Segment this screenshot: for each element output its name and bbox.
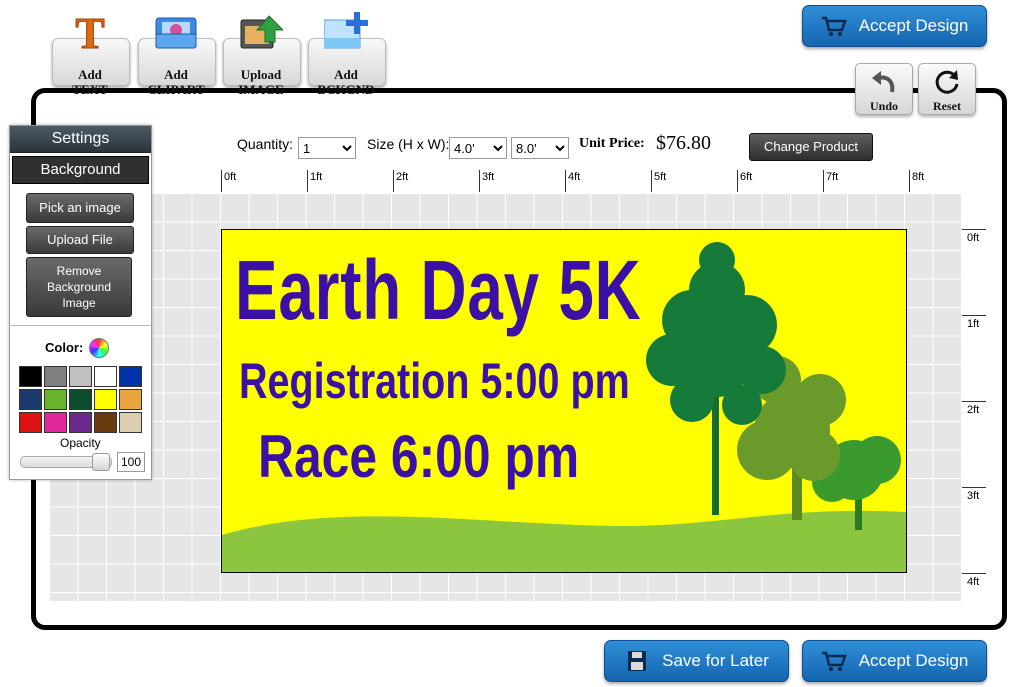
undo-icon — [872, 71, 895, 93]
ruler-tick — [909, 170, 910, 192]
color-swatch[interactable] — [119, 412, 142, 433]
unit-price-label: Unit Price: — [579, 136, 645, 151]
color-swatch[interactable] — [94, 366, 117, 387]
color-swatch[interactable] — [44, 412, 67, 433]
add-background-label: Add BCKGND — [317, 67, 375, 97]
ruler-label: 6ft — [740, 171, 753, 183]
design-canvas[interactable]: Earth Day 5K Registration 5:00 pm Race 6… — [221, 229, 907, 573]
remove-background-button[interactable]: Remove Background Image — [26, 257, 132, 317]
ruler-label: 8ft — [912, 171, 925, 183]
grass-hill — [222, 510, 906, 572]
add-text-label: Add TEXT — [72, 67, 108, 97]
color-label: Color: — [45, 340, 84, 355]
color-swatch[interactable] — [69, 412, 92, 433]
add-background-button[interactable]: Add BCKGND — [308, 8, 386, 97]
reset-label: Reset — [933, 99, 961, 113]
ruler-tick — [479, 170, 480, 192]
save-for-later-button[interactable]: Save for Later — [604, 640, 789, 682]
quantity-select[interactable]: 1 — [298, 137, 356, 159]
color-wheel-icon[interactable] — [89, 338, 109, 358]
width-select[interactable]: 8.0' — [511, 137, 569, 159]
ruler-label: 1ft — [967, 318, 980, 330]
ruler-label: 1ft — [310, 171, 323, 183]
ruler-tick — [651, 170, 652, 192]
color-swatch[interactable] — [69, 389, 92, 410]
ruler-tick — [565, 170, 566, 192]
color-swatch[interactable] — [19, 389, 42, 410]
accept-design-button-bottom[interactable]: Accept Design — [802, 640, 987, 682]
change-product-button[interactable]: Change Product — [749, 133, 873, 161]
ruler-label: 3ft — [482, 171, 495, 183]
ruler-tick — [962, 229, 986, 230]
settings-divider — [10, 325, 151, 326]
design-text-line2[interactable]: Registration 5:00 pm — [239, 352, 630, 410]
ruler-tick — [221, 170, 222, 192]
ruler-tick — [823, 170, 824, 192]
design-text-line3[interactable]: Race 6:00 pm — [258, 422, 579, 491]
undo-label: Undo — [869, 99, 898, 113]
clipart-folder-icon — [155, 17, 197, 49]
unit-price-value: $76.80 — [656, 132, 711, 154]
color-swatch[interactable] — [19, 366, 42, 387]
ruler-label: 7ft — [826, 171, 839, 183]
svg-text:T: T — [75, 12, 104, 52]
ruler-tick — [962, 315, 986, 316]
opacity-input[interactable] — [117, 452, 145, 472]
reset-button[interactable]: Reset — [918, 63, 976, 115]
settings-title: Settings — [10, 126, 151, 153]
upload-image-button[interactable]: Upload IMAGE — [223, 8, 301, 97]
ruler-tick — [962, 573, 986, 574]
background-plus-icon — [324, 12, 368, 49]
text-t-icon: T — [75, 12, 105, 52]
color-swatch[interactable] — [119, 366, 142, 387]
ruler-label: 5ft — [654, 171, 667, 183]
accept-design-button-top[interactable]: Accept Design — [802, 5, 987, 47]
ruler-label: 0ft — [224, 171, 237, 183]
ruler-tick — [737, 170, 738, 192]
color-swatch[interactable] — [44, 366, 67, 387]
ruler-label: 4ft — [967, 576, 980, 588]
color-swatch[interactable] — [94, 389, 117, 410]
ruler-label: 2ft — [396, 171, 409, 183]
ruler-label: 2ft — [967, 404, 980, 416]
color-swatch[interactable] — [69, 366, 92, 387]
upload-file-button[interactable]: Upload File — [26, 226, 134, 254]
ruler-tick — [962, 401, 986, 402]
upload-image-label: Upload IMAGE — [238, 67, 284, 97]
settings-panel: Settings Background Pick an image Upload… — [9, 125, 152, 480]
upload-image-icon — [240, 15, 283, 49]
ruler-label: 4ft — [568, 171, 581, 183]
color-swatch[interactable] — [94, 412, 117, 433]
accept-design-label: Accept Design — [858, 651, 969, 670]
color-swatch[interactable] — [19, 412, 42, 433]
opacity-label: Opacity — [60, 436, 101, 450]
pick-image-button[interactable]: Pick an image — [26, 193, 134, 223]
cart-icon — [821, 651, 847, 671]
ruler-label: 3ft — [967, 490, 980, 502]
ruler-tick — [393, 170, 394, 192]
floppy-disk-icon — [628, 651, 647, 671]
ruler-tick — [962, 487, 986, 488]
quantity-label: Quantity: — [237, 136, 294, 152]
design-text-line1[interactable]: Earth Day 5K — [235, 242, 642, 339]
add-clipart-button[interactable]: Add CLIPART — [138, 8, 216, 97]
save-for-later-label: Save for Later — [662, 651, 769, 670]
height-select[interactable]: 4.0' — [449, 137, 507, 159]
background-section-header: Background — [12, 156, 149, 184]
color-swatch[interactable] — [119, 389, 142, 410]
opacity-slider-handle[interactable] — [92, 453, 110, 471]
ruler-label: 0ft — [967, 232, 980, 244]
add-clipart-label: Add CLIPART — [147, 67, 205, 97]
add-text-button[interactable]: T Add TEXT — [52, 8, 130, 97]
ruler-tick — [307, 170, 308, 192]
accept-design-label: Accept Design — [858, 16, 969, 35]
cart-icon — [821, 16, 847, 36]
reset-icon — [935, 70, 959, 94]
size-label: Size (H x W): — [367, 136, 450, 152]
color-swatch[interactable] — [44, 389, 67, 410]
undo-button[interactable]: Undo — [855, 63, 913, 115]
